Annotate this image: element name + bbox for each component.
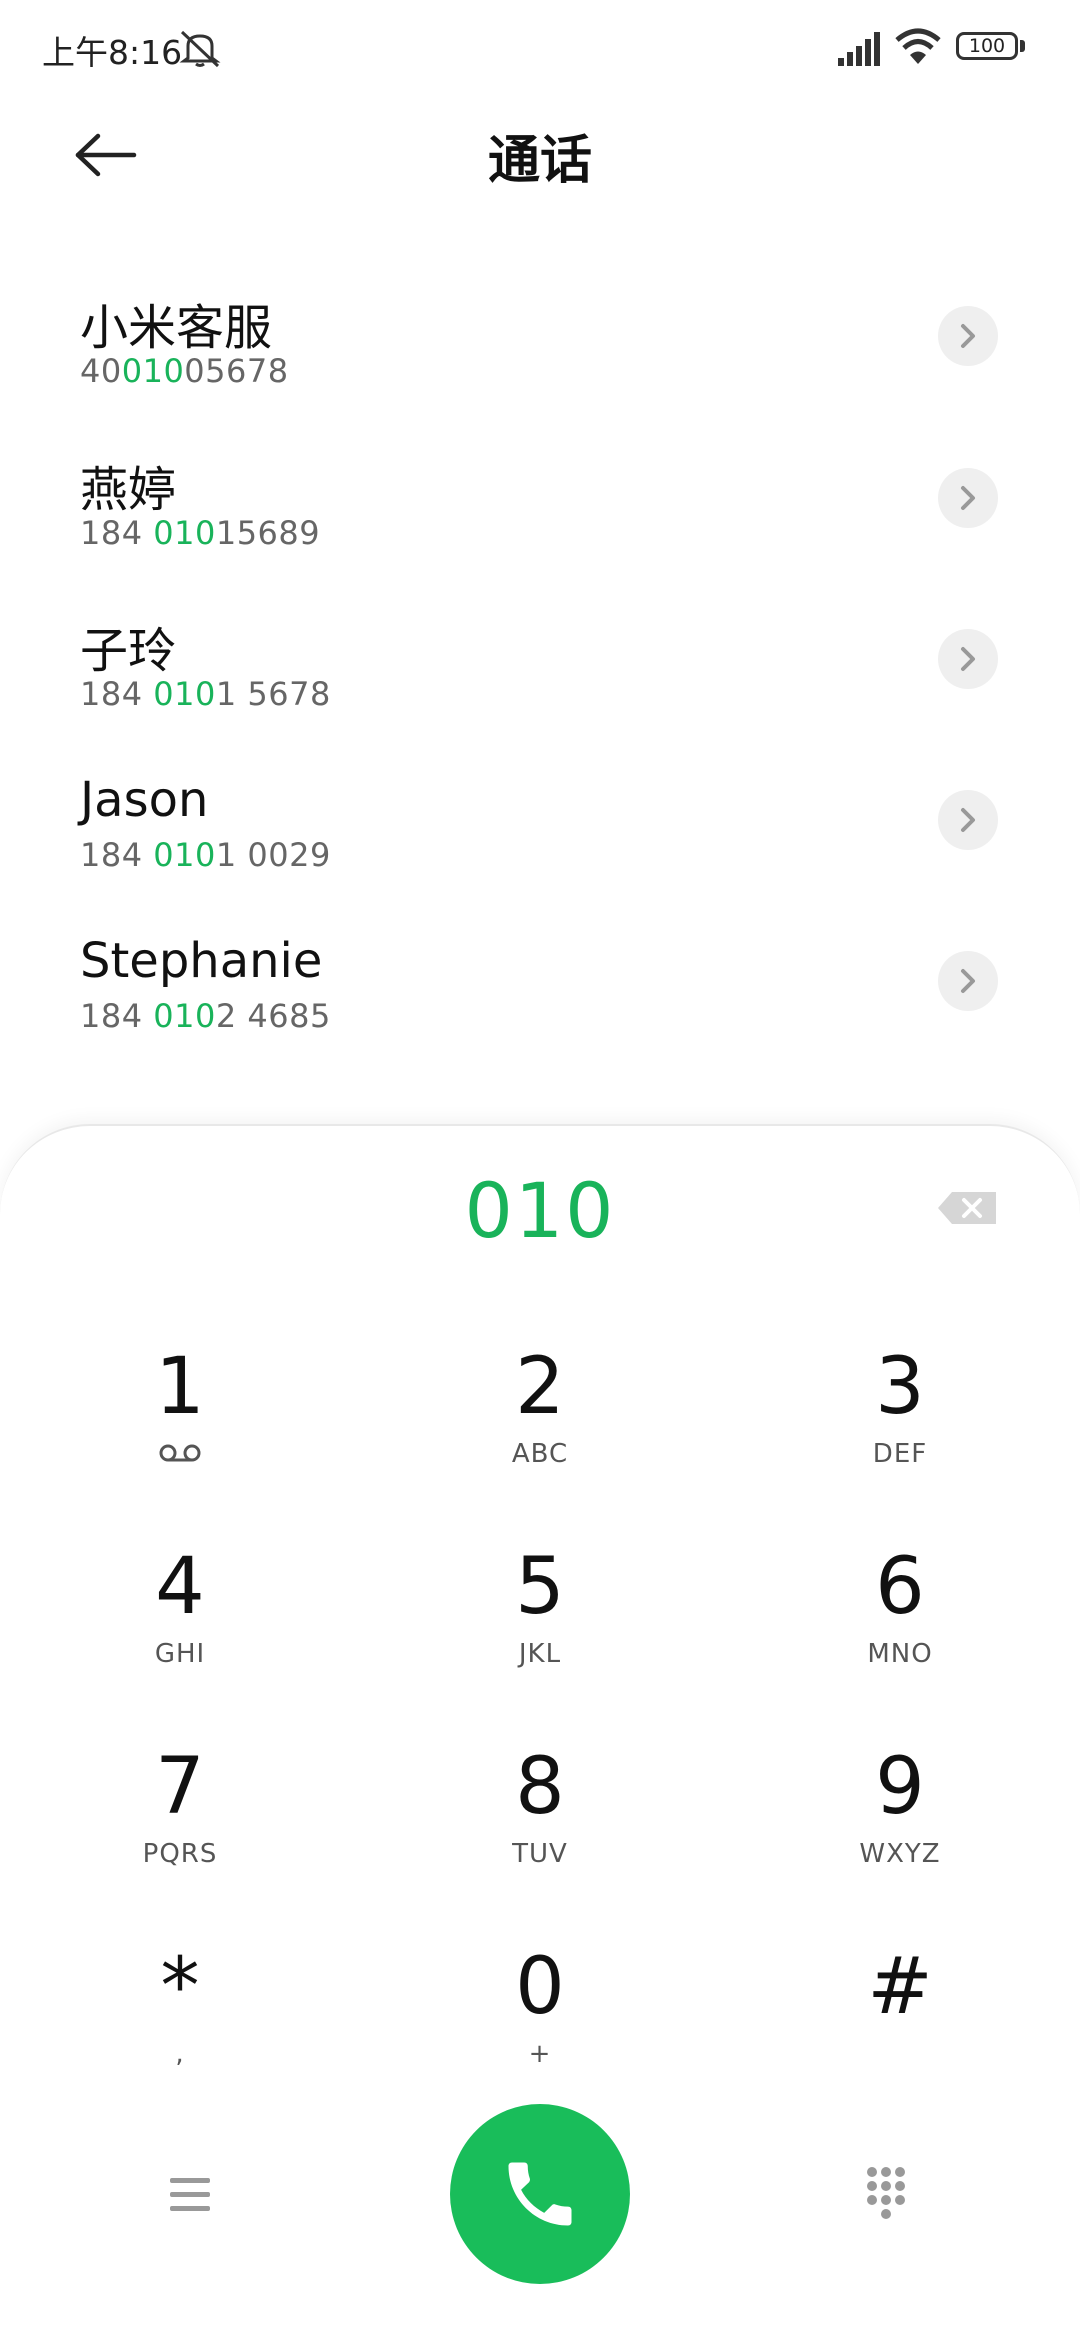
key-digit: 4	[155, 1542, 205, 1632]
key-4[interactable]: 4 GHI	[30, 1542, 330, 1712]
match-highlight: 010	[153, 836, 216, 874]
list-item[interactable]: 子玲 184 0101 5678	[0, 593, 1080, 753]
page-title: 通话	[487, 131, 592, 191]
battery-level: 100	[968, 35, 1006, 57]
contact-detail-button[interactable]	[938, 790, 998, 850]
call-button[interactable]	[450, 2104, 630, 2284]
key-digit: #	[867, 1942, 933, 2032]
mute-icon	[179, 30, 221, 68]
key-1[interactable]: 1	[30, 1342, 330, 1512]
backspace-icon[interactable]	[936, 1188, 1000, 1228]
contact-name: Stephanie	[80, 933, 323, 989]
signal-icon	[838, 32, 880, 66]
key-letters: WXYZ	[859, 1839, 941, 1869]
list-item[interactable]: 小米客服 4001005678	[0, 270, 1080, 430]
key-hash[interactable]: #	[750, 1942, 1050, 2112]
wifi-icon	[895, 28, 941, 64]
key-9[interactable]: 9 WXYZ	[750, 1742, 1050, 1912]
key-2[interactable]: 2 ABC	[390, 1342, 690, 1512]
contact-detail-button[interactable]	[938, 629, 998, 689]
key-digit: 6	[875, 1542, 925, 1632]
voicemail-icon	[159, 1444, 201, 1462]
contact-number: 184 0101 0029	[80, 836, 331, 874]
key-digit: 9	[875, 1742, 925, 1832]
contact-name: 小米客服	[80, 300, 273, 356]
phone-icon	[508, 2162, 572, 2226]
status-time: 上午8:16	[42, 33, 183, 72]
key-digit: 1	[155, 1342, 205, 1432]
key-7[interactable]: 7 PQRS	[30, 1742, 330, 1912]
list-item[interactable]: Jason 184 0101 0029	[0, 754, 1080, 914]
match-highlight: 010	[153, 997, 216, 1035]
key-star[interactable]: * ,	[30, 1942, 330, 2112]
battery-tip	[1020, 40, 1025, 52]
key-letters: ,	[175, 2039, 185, 2069]
key-letters: TUV	[512, 1839, 568, 1869]
match-highlight: 010	[121, 352, 185, 390]
key-3[interactable]: 3 DEF	[750, 1342, 1050, 1512]
battery-icon: 100	[956, 32, 1018, 60]
key-letters: PQRS	[142, 1839, 218, 1869]
contact-name: 燕婷	[80, 462, 177, 518]
key-letters: ABC	[511, 1439, 569, 1469]
list-item[interactable]: 燕婷 184 01015689	[0, 432, 1080, 592]
contact-detail-button[interactable]	[938, 468, 998, 528]
chevron-right-icon	[961, 808, 975, 832]
key-letters: +	[528, 2039, 552, 2069]
key-8[interactable]: 8 TUV	[390, 1742, 690, 1912]
contact-number: 184 0102 4685	[80, 997, 331, 1035]
contact-detail-button[interactable]	[938, 951, 998, 1011]
key-6[interactable]: 6 MNO	[750, 1542, 1050, 1712]
chevron-right-icon	[961, 647, 975, 671]
chevron-right-icon	[961, 969, 975, 993]
key-0[interactable]: 0 +	[390, 1942, 690, 2112]
match-highlight: 010	[153, 514, 216, 552]
key-letters: JKL	[518, 1639, 562, 1669]
contact-number: 184 0101 5678	[80, 675, 331, 713]
menu-icon[interactable]	[160, 2170, 220, 2220]
dialpad-icon[interactable]	[862, 2164, 918, 2228]
key-digit: 0	[515, 1942, 565, 2032]
status-bar: 上午8:16 100	[0, 0, 1080, 100]
key-letters: GHI	[154, 1639, 206, 1669]
key-digit: 2	[515, 1342, 565, 1432]
key-5[interactable]: 5 JKL	[390, 1542, 690, 1712]
key-digit: 7	[155, 1742, 205, 1832]
contact-name: 子玲	[80, 623, 177, 679]
match-highlight: 010	[153, 675, 216, 713]
chevron-right-icon	[961, 486, 975, 510]
contact-detail-button[interactable]	[938, 306, 998, 366]
dialed-number[interactable]: 010	[0, 1166, 1080, 1255]
chevron-right-icon	[961, 324, 975, 348]
key-letters: MNO	[867, 1639, 933, 1669]
contact-number: 4001005678	[80, 352, 289, 390]
key-digit: 8	[515, 1742, 565, 1832]
key-letters: DEF	[872, 1439, 928, 1469]
list-item[interactable]: Stephanie 184 0102 4685	[0, 915, 1080, 1075]
key-digit: 5	[515, 1542, 565, 1632]
contact-number: 184 01015689	[80, 514, 321, 552]
contact-name: Jason	[80, 772, 209, 828]
key-digit: *	[160, 1942, 200, 2032]
key-digit: 3	[875, 1342, 925, 1432]
bottom-action-bar	[0, 2100, 1080, 2290]
